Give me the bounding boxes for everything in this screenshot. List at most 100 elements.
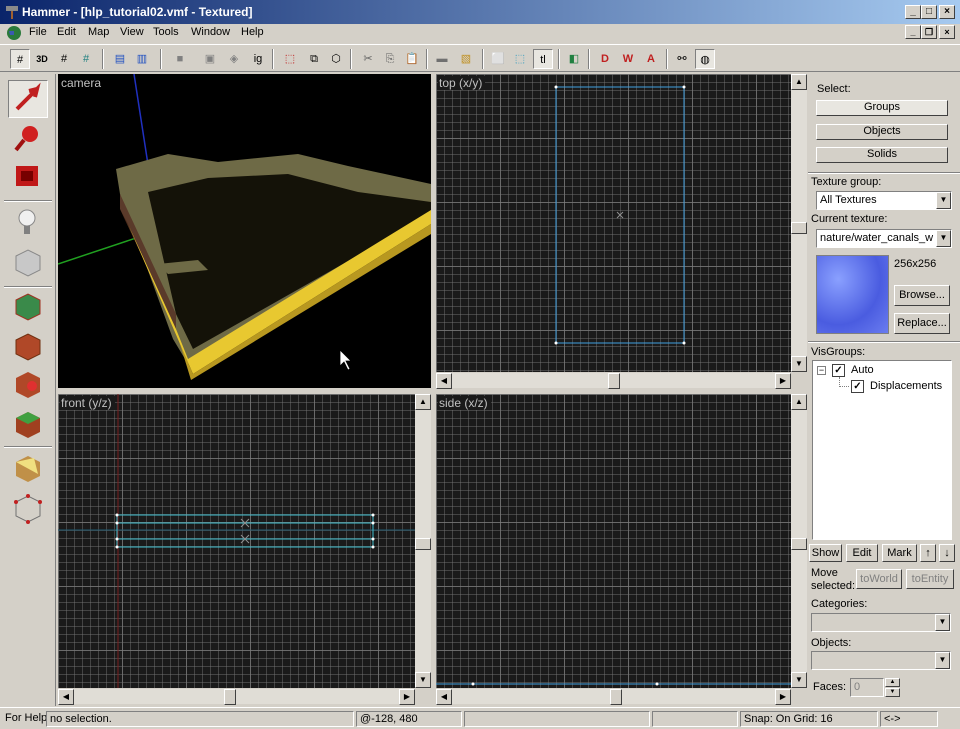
texture-lock-button[interactable]: tl bbox=[533, 49, 553, 69]
scroll-up-arrow-icon[interactable]: ▲ bbox=[791, 74, 807, 90]
check-problems-icon[interactable]: W bbox=[618, 49, 638, 69]
map-properties-icon[interactable]: A bbox=[641, 49, 661, 69]
overlay-tool-icon[interactable] bbox=[8, 406, 48, 444]
top-horizontal-scrollbar[interactable]: ◀ ▶ bbox=[436, 372, 791, 389]
hide-unselected-icon[interactable]: ▣ bbox=[200, 49, 220, 69]
selection-tool-icon[interactable] bbox=[8, 80, 48, 118]
vertex-tool-icon[interactable] bbox=[8, 490, 48, 528]
grid-toggle-icon[interactable]: # bbox=[10, 49, 30, 69]
ignore-groups-button[interactable]: ig bbox=[248, 49, 268, 69]
move-up-arrow-icon[interactable]: ↑ bbox=[920, 544, 936, 562]
side-horizontal-scrollbar[interactable]: ◀ ▶ bbox=[436, 688, 791, 705]
texture-pattern-icon[interactable]: ▧ bbox=[456, 49, 476, 69]
scroll-thumb[interactable] bbox=[791, 222, 807, 234]
sphere-icon[interactable]: ◍ bbox=[695, 49, 715, 69]
scroll-down-arrow-icon[interactable]: ▼ bbox=[415, 672, 431, 688]
dark-brush-icon[interactable]: ▬ bbox=[432, 49, 452, 69]
decal-tool-icon[interactable] bbox=[8, 366, 48, 404]
flip-icon[interactable]: ◧ bbox=[564, 49, 584, 69]
apply-texture-icon[interactable] bbox=[8, 328, 48, 366]
visgroup-auto-checkbox[interactable]: ✓ bbox=[832, 364, 845, 377]
mdi-minimize-button[interactable]: _ bbox=[905, 25, 921, 39]
visgroup-displacements-checkbox[interactable]: ✓ bbox=[851, 380, 864, 393]
select-objects-button[interactable]: Objects bbox=[816, 124, 948, 140]
top-viewport[interactable]: top (x/y) bbox=[436, 74, 791, 372]
scroll-thumb[interactable] bbox=[791, 538, 807, 550]
menu-map[interactable]: Map bbox=[88, 26, 109, 38]
scroll-right-arrow-icon[interactable]: ▶ bbox=[399, 689, 415, 705]
categories-select[interactable]: ▼ bbox=[811, 613, 951, 632]
paste-icon[interactable]: 📋 bbox=[402, 49, 422, 69]
menu-edit[interactable]: Edit bbox=[57, 26, 76, 38]
visgroup-edit-button[interactable]: Edit bbox=[846, 544, 878, 562]
scroll-down-arrow-icon[interactable]: ▼ bbox=[791, 672, 807, 688]
camera-viewport[interactable]: camera bbox=[58, 74, 431, 388]
to-world-button[interactable]: toWorld bbox=[856, 569, 902, 589]
menu-file[interactable]: File bbox=[29, 26, 47, 38]
camera-tool-icon[interactable] bbox=[8, 158, 48, 196]
faces-spin-up-icon[interactable]: ▲ bbox=[885, 678, 900, 687]
browse-button[interactable]: Browse... bbox=[894, 285, 950, 306]
chevron-down-icon[interactable]: ▼ bbox=[936, 230, 951, 247]
scroll-thumb[interactable] bbox=[224, 689, 236, 705]
cube-icon[interactable]: ⬡ bbox=[326, 49, 346, 69]
select-groups-button[interactable]: Groups bbox=[816, 100, 948, 116]
hollow-icon[interactable]: ⧉ bbox=[304, 49, 324, 69]
visgroup-mark-button[interactable]: Mark bbox=[882, 544, 917, 562]
3d-grid-icon[interactable]: 3D bbox=[32, 49, 52, 69]
selection-box-icon[interactable]: ⬜ bbox=[488, 49, 508, 69]
hide-selected-icon[interactable]: ■ bbox=[170, 49, 190, 69]
close-button[interactable]: × bbox=[939, 5, 955, 19]
scroll-thumb[interactable] bbox=[610, 689, 622, 705]
front-vertical-scrollbar[interactable]: ▲ ▼ bbox=[415, 394, 431, 688]
entity-report-icon[interactable]: D bbox=[595, 49, 615, 69]
cut-icon[interactable]: ✂ bbox=[358, 49, 378, 69]
clipping-tool-icon[interactable] bbox=[8, 450, 48, 488]
objects-select[interactable]: ▼ bbox=[811, 651, 951, 670]
smaller-grid-icon[interactable]: # bbox=[54, 49, 74, 69]
select-arrow-icon[interactable]: ⬚ bbox=[510, 49, 530, 69]
top-vertical-scrollbar[interactable]: ▲ ▼ bbox=[791, 74, 807, 372]
scroll-left-arrow-icon[interactable]: ◀ bbox=[436, 689, 452, 705]
scroll-thumb[interactable] bbox=[608, 373, 620, 389]
scroll-right-arrow-icon[interactable]: ▶ bbox=[775, 689, 791, 705]
scroll-left-arrow-icon[interactable]: ◀ bbox=[436, 373, 452, 389]
side-viewport[interactable]: side (x/z) bbox=[436, 394, 791, 688]
chevron-down-icon[interactable]: ▼ bbox=[935, 652, 950, 669]
copy-icon[interactable]: ⎘ bbox=[380, 49, 400, 69]
group-icon[interactable]: ▤ bbox=[110, 49, 130, 69]
faces-input[interactable]: 0 bbox=[850, 678, 884, 697]
move-down-arrow-icon[interactable]: ↓ bbox=[939, 544, 955, 562]
block-tool-icon[interactable] bbox=[8, 244, 48, 282]
scroll-up-arrow-icon[interactable]: ▲ bbox=[415, 394, 431, 410]
scroll-down-arrow-icon[interactable]: ▼ bbox=[791, 356, 807, 372]
texture-group-select[interactable]: All Textures ▼ bbox=[816, 191, 952, 210]
menu-window[interactable]: Window bbox=[191, 26, 230, 38]
current-texture-select[interactable]: nature/water_canals_w ▼ bbox=[816, 229, 952, 248]
chevron-down-icon[interactable]: ▼ bbox=[936, 192, 951, 209]
menu-help[interactable]: Help bbox=[241, 26, 264, 38]
scroll-up-arrow-icon[interactable]: ▲ bbox=[791, 394, 807, 410]
show-all-icon[interactable]: ◈ bbox=[224, 49, 244, 69]
scroll-left-arrow-icon[interactable]: ◀ bbox=[58, 689, 74, 705]
scroll-right-arrow-icon[interactable]: ▶ bbox=[775, 373, 791, 389]
entity-tool-icon[interactable] bbox=[8, 204, 48, 242]
minimize-button[interactable]: _ bbox=[905, 5, 921, 19]
front-viewport[interactable]: front (y/z) bbox=[58, 394, 415, 688]
chevron-down-icon[interactable]: ▼ bbox=[935, 614, 950, 631]
select-solids-button[interactable]: Solids bbox=[816, 147, 948, 163]
visgroup-show-button[interactable]: Show bbox=[809, 544, 842, 562]
menu-tools[interactable]: Tools bbox=[153, 26, 179, 38]
magnify-tool-icon[interactable] bbox=[8, 120, 48, 158]
front-horizontal-scrollbar[interactable]: ◀ ▶ bbox=[58, 688, 415, 705]
ungroup-icon[interactable]: ▥ bbox=[132, 49, 152, 69]
mdi-restore-button[interactable]: ❐ bbox=[921, 25, 937, 39]
texture-application-icon[interactable] bbox=[8, 288, 48, 326]
scroll-thumb[interactable] bbox=[415, 538, 431, 550]
to-entity-button[interactable]: toEntity bbox=[906, 569, 954, 589]
maximize-button[interactable]: □ bbox=[921, 5, 937, 19]
larger-grid-icon[interactable]: # bbox=[76, 49, 96, 69]
mdi-close-button[interactable]: × bbox=[939, 25, 955, 39]
menu-view[interactable]: View bbox=[120, 26, 144, 38]
replace-button[interactable]: Replace... bbox=[894, 313, 950, 334]
